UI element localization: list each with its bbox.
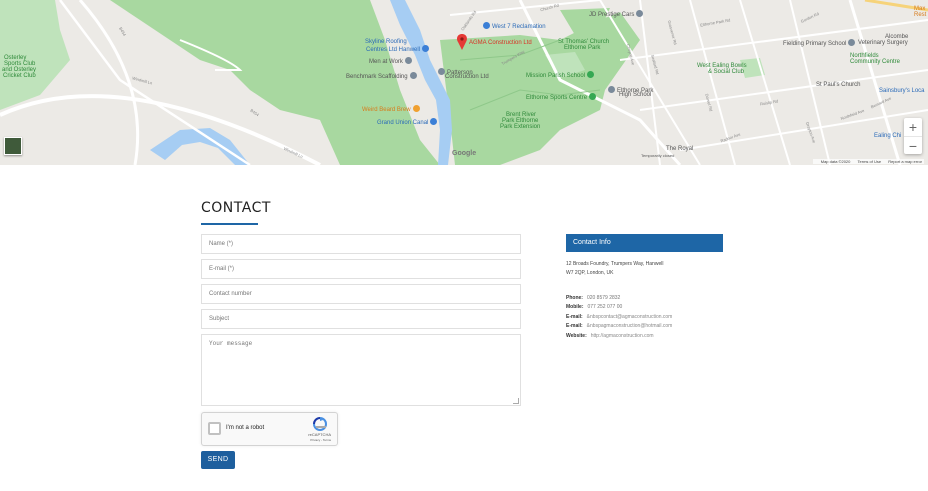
name-field[interactable]: Name (*): [201, 234, 521, 254]
map-label-st-pauls[interactable]: St Paul's Church: [816, 82, 861, 89]
map-label-alcombe-2: Veterinary Surgery: [858, 40, 908, 46]
recaptcha-widget: I'm not a robot reCAPTCHA Privacy - Term…: [201, 412, 338, 446]
map-label-northfields-2: Community Centre: [850, 59, 901, 65]
phone-row: Phone: 020 8579 2832: [566, 294, 672, 303]
map-report-link[interactable]: Report a map error: [888, 159, 922, 164]
zoom-in-button[interactable]: +: [904, 118, 922, 136]
contact-title: CONTACT: [201, 200, 271, 216]
address: 12 Broads Foundry, Trumpers Way, Hanwell…: [566, 260, 663, 278]
mobile-label: Mobile:: [566, 304, 584, 311]
map-label-brent-3: Park Extension: [500, 124, 541, 130]
map-label-agma[interactable]: AGMA Construction Ltd: [469, 40, 532, 47]
map-label-elthorne-park-2: High School: [619, 92, 652, 98]
contact-details: Phone: 020 8579 2832 Mobile: 077 252 077 0…: [566, 294, 672, 341]
address-line-2: W7 2QP, London, UK: [566, 270, 614, 276]
mobile-row: Mobile: 077 252 077 00: [566, 303, 672, 312]
title-underline: [201, 223, 258, 225]
address-line-1: 12 Broads Foundry, Trumpers Way, Hanwell: [566, 261, 664, 267]
email-label-1: E-mail:: [566, 313, 583, 320]
recaptcha-terms[interactable]: Privacy - Terms: [310, 438, 331, 442]
zoom-out-button[interactable]: −: [904, 136, 922, 154]
mobile-value[interactable]: 077 252 077 00: [588, 304, 623, 310]
send-button[interactable]: SEND: [201, 451, 235, 469]
map-data-credit: Map data ©2020: [820, 159, 851, 164]
map-label-jd-prestige[interactable]: JD Prestige Cars: [589, 10, 643, 19]
map-label-mission-parish[interactable]: Mission Parish School: [526, 71, 594, 80]
message-textarea[interactable]: Your message: [201, 334, 521, 406]
website-label: Website:: [566, 332, 587, 339]
satellite-toggle-button[interactable]: [4, 137, 22, 155]
phone-label: Phone:: [566, 295, 583, 301]
recaptcha-brand: reCAPTCHA: [308, 432, 331, 437]
map-label-st-thomas-2: Elthorne Park: [564, 45, 601, 51]
map-terms-link[interactable]: Terms of Use: [858, 159, 882, 164]
map-label-benchmark[interactable]: Benchmark Scaffolding: [346, 72, 417, 81]
email-row-1: E-mail: &nbspcontact@agmaconstruction.com: [566, 313, 672, 322]
subject-field[interactable]: Subject: [201, 309, 521, 329]
phone-value[interactable]: 020 8579 2832: [587, 295, 620, 301]
map-footer: Map data ©2020 Terms of Use Report a map…: [812, 159, 924, 164]
email-link-1[interactable]: &nbspcontact@agmaconstruction.com: [587, 314, 673, 320]
email-field[interactable]: E-mail (*): [201, 259, 521, 279]
map-label-grand-union[interactable]: Grand Union Canal: [377, 118, 437, 127]
map-label-sainsburys[interactable]: Sainsbury's Loca: [879, 88, 925, 95]
map-label-max-2: Rest: [914, 12, 927, 18]
contact-number-field[interactable]: Contact number: [201, 284, 521, 304]
map-label-ealing-chi[interactable]: Ealing Chi: [874, 133, 901, 140]
map-label-west7[interactable]: West 7 Reclamation: [483, 22, 546, 31]
map-label-osterley-4: Cricket Club: [3, 73, 36, 79]
map-label-the-royal-status: Temporarily closed: [641, 153, 675, 158]
map-label-weird-beard[interactable]: Weird Beard Brew: [362, 105, 420, 114]
map-label-patterson-2: Construction Ltd: [445, 74, 489, 80]
recaptcha-label: I'm not a robot: [226, 425, 265, 431]
contact-info-header: Contact Info: [566, 234, 723, 252]
map-embed[interactable]: AGMA Construction Ltd West 7 Reclamation…: [0, 0, 928, 165]
recaptcha-logo-icon: [313, 417, 327, 431]
zoom-controls: + −: [904, 118, 922, 154]
email-row-2: E-mail: &nbspagmaconstruction@hotmail.com: [566, 322, 672, 331]
email-link-2[interactable]: &nbspagmaconstruction@hotmail.com: [587, 323, 673, 329]
map-label-skyline-2[interactable]: Centres Ltd Hanwell: [366, 45, 429, 54]
google-logo: Google: [452, 150, 477, 157]
map-label-men-at-work[interactable]: Men at Work: [369, 57, 412, 66]
recaptcha-checkbox[interactable]: [208, 422, 221, 435]
website-link[interactable]: http://agmaconstruction.com: [591, 333, 654, 339]
map-label-west-ealing-2: & Social Club: [708, 69, 745, 75]
map-label-fielding[interactable]: Fielding Primary School: [783, 39, 855, 48]
map-label-elthorne-sports[interactable]: Elthorne Sports Centre: [526, 93, 596, 102]
website-row: Website: http://agmaconstruction.com: [566, 332, 672, 341]
email-label-2: E-mail:: [566, 323, 583, 330]
